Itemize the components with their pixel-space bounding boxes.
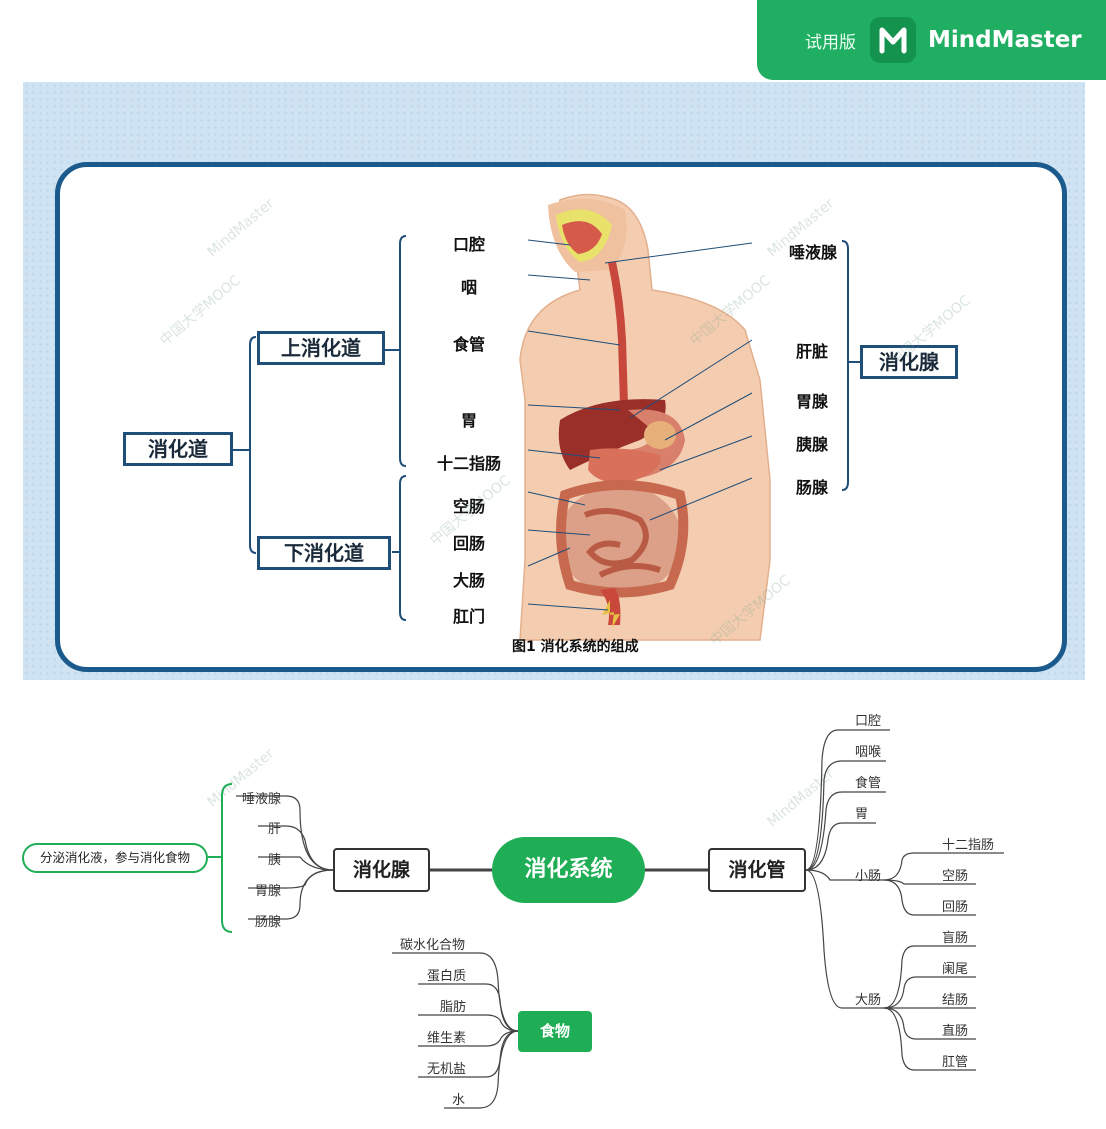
gland-label: 肝脏 — [796, 342, 829, 361]
gland-label: 唾液腺 — [789, 243, 838, 262]
topic-tract[interactable]: 消化管 — [708, 848, 806, 892]
small-intestine-leaf[interactable]: 十二指肠 — [942, 834, 994, 853]
large-intestine-topic[interactable]: 大肠 — [855, 989, 881, 1008]
tract-box: 消化道 — [123, 432, 233, 466]
organ-label: 食管 — [453, 335, 486, 354]
gland-leaf[interactable]: 唾液腺 — [242, 788, 281, 807]
food-leaf[interactable]: 蛋白质 — [427, 965, 466, 984]
organ-label: 胃 — [461, 411, 478, 430]
organ-label: 回肠 — [453, 534, 486, 553]
central-topic[interactable]: 消化系统 — [492, 837, 645, 903]
gland-label: 胰腺 — [796, 435, 829, 454]
large-intestine-leaf[interactable]: 盲肠 — [942, 927, 968, 946]
topic-glands[interactable]: 消化腺 — [333, 848, 430, 892]
small-intestine-topic[interactable]: 小肠 — [855, 865, 881, 884]
gland-leaf[interactable]: 胰 — [268, 849, 281, 868]
small-intestine-leaf[interactable]: 回肠 — [942, 896, 968, 915]
gland-leaf[interactable]: 胃腺 — [255, 880, 281, 899]
gland-leaf[interactable]: 肝 — [268, 818, 281, 837]
gland-label: 肠腺 — [796, 478, 829, 497]
tract-leaf[interactable]: 咽喉 — [855, 741, 881, 760]
tract-leaf[interactable]: 口腔 — [855, 710, 881, 729]
food-leaf[interactable]: 脂肪 — [440, 996, 466, 1015]
organ-label: 十二指肠 — [437, 454, 502, 473]
upper-tract-box: 上消化道 — [257, 331, 385, 365]
organ-label: 口腔 — [453, 235, 486, 254]
food-leaf[interactable]: 无机盐 — [427, 1058, 466, 1077]
tract-leaf[interactable]: 食管 — [855, 772, 881, 791]
mindmap-connectors — [208, 729, 1004, 1109]
small-intestine-leaf[interactable]: 空肠 — [942, 865, 968, 884]
large-intestine-leaf[interactable]: 肛管 — [942, 1051, 968, 1070]
large-intestine-leaf[interactable]: 阑尾 — [942, 958, 968, 977]
food-leaf[interactable]: 维生素 — [427, 1027, 466, 1046]
topic-food[interactable]: 食物 — [518, 1011, 592, 1052]
large-intestine-leaf[interactable]: 直肠 — [942, 1020, 968, 1039]
tract-leaf[interactable]: 胃 — [855, 803, 868, 822]
food-leaf[interactable]: 碳水化合物 — [400, 934, 465, 953]
food-leaf[interactable]: 水 — [452, 1089, 465, 1108]
gland-note[interactable]: 分泌消化液，参与消化食物 — [22, 843, 208, 873]
figure-caption: 图1 消化系统的组成 — [512, 639, 639, 655]
large-intestine-leaf[interactable]: 结肠 — [942, 989, 968, 1008]
gland-label: 胃腺 — [796, 392, 829, 411]
organ-label: 咽 — [461, 278, 478, 297]
gland-leaf[interactable]: 肠腺 — [255, 911, 281, 930]
lower-tract-box: 下消化道 — [257, 536, 391, 570]
organ-label: 大肠 — [453, 571, 486, 590]
organ-label: 肛门 — [453, 607, 486, 626]
